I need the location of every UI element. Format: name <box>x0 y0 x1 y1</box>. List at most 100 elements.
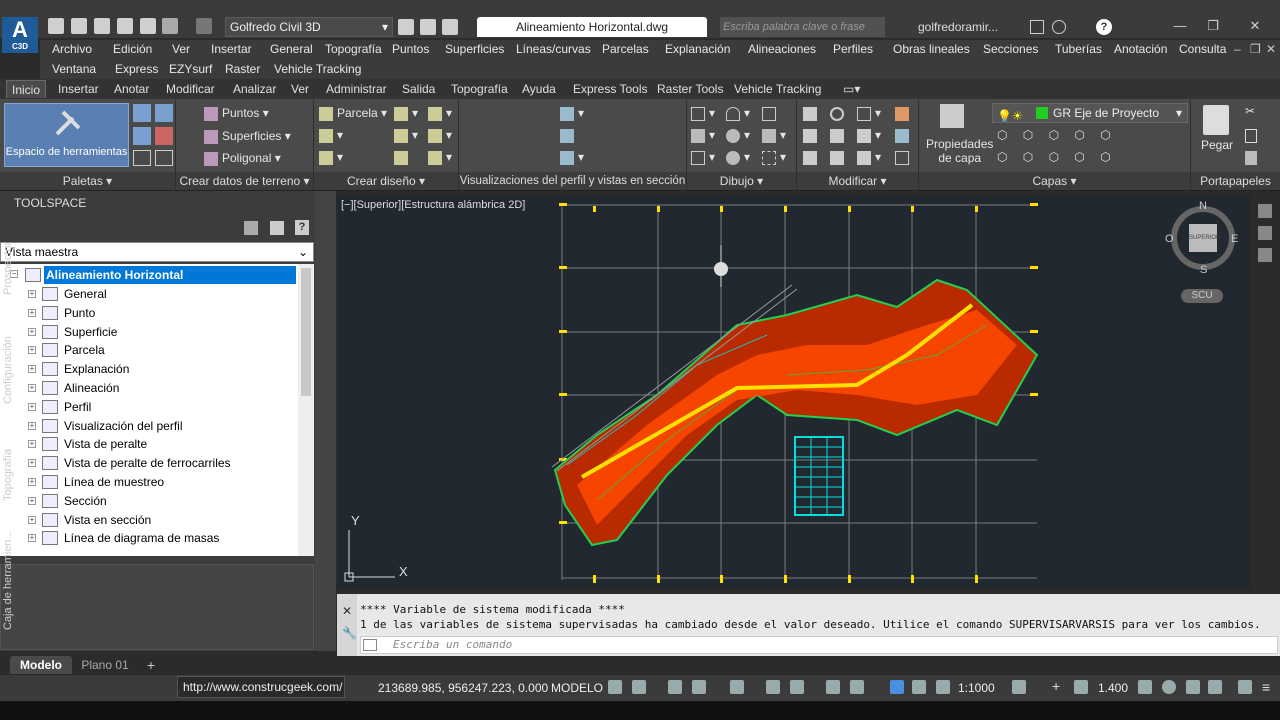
section-views-tool[interactable]: ▾ <box>560 150 584 165</box>
drawing-viewport[interactable]: Y X <box>337 195 1250 589</box>
annotation-scale[interactable]: 1:1000 <box>958 681 995 695</box>
layer-tools-row-1[interactable]: ⬡ ⬡ ⬡ ⬡ ⬡ <box>997 128 1117 142</box>
tab-ayuda[interactable]: Ayuda <box>522 80 556 98</box>
copy-tool[interactable] <box>803 128 821 143</box>
tree-item[interactable]: + Vista de peralte de ferrocarriles <box>0 454 296 472</box>
isolate-icon[interactable] <box>1138 680 1152 694</box>
tree-item[interactable]: + Sección <box>0 492 296 510</box>
hardware-acceleration-icon[interactable] <box>1162 680 1176 694</box>
ucs-menu[interactable]: SCU <box>1181 289 1223 303</box>
tree-item[interactable]: + Vista en sección <box>0 511 296 529</box>
open-file-icon[interactable] <box>71 18 87 34</box>
menu-ventana[interactable]: Ventana <box>52 62 96 76</box>
line-tool[interactable]: ▾ <box>691 106 715 121</box>
item-view-icon[interactable] <box>244 221 258 235</box>
panel-crear-datos[interactable]: Crear datos de terreno ▾ <box>176 172 313 190</box>
command-prompt-icon[interactable] <box>363 639 377 651</box>
annotation-scale-icon[interactable] <box>936 680 950 694</box>
expand-toggle[interactable]: + <box>28 346 36 355</box>
rectangle-tool[interactable]: ▾ <box>762 128 786 143</box>
menu-vehicle-tracking[interactable]: Vehicle Tracking <box>274 62 361 76</box>
search-input[interactable]: Escriba palabra clave o frase <box>720 17 885 37</box>
panel-paletas[interactable]: Paletas ▾ <box>0 172 175 190</box>
tab-topografia-toolspace[interactable]: Topografía <box>2 440 20 510</box>
menu-perfiles[interactable]: Perfiles <box>833 42 873 56</box>
tab-raster-tools[interactable]: Raster Tools <box>657 80 723 98</box>
menu-secciones[interactable]: Secciones <box>983 42 1038 56</box>
osnap-tracking-icon[interactable] <box>766 680 780 694</box>
tree-item[interactable]: + Visualización del perfil <box>0 417 296 435</box>
menu-general[interactable]: General <box>270 42 313 56</box>
tab-administrar[interactable]: Administrar <box>326 80 387 98</box>
properties-icon[interactable] <box>133 150 151 166</box>
sample-lines-tool[interactable] <box>560 128 578 143</box>
tab-anotar[interactable]: Anotar <box>114 80 149 98</box>
redo-icon[interactable] <box>196 18 212 34</box>
move-tool[interactable] <box>803 106 821 121</box>
menu-archivo[interactable]: Archivo <box>52 42 92 56</box>
tab-prospector[interactable]: Prospector <box>2 232 20 304</box>
toggle-view-icon[interactable] <box>270 221 284 235</box>
lineweight-icon[interactable] <box>826 680 840 694</box>
tab-modificar[interactable]: Modificar <box>166 80 215 98</box>
tab-insertar[interactable]: Insertar <box>58 80 99 98</box>
explode-tool[interactable] <box>895 128 913 143</box>
snap-icon[interactable] <box>632 680 646 694</box>
restore-icon[interactable]: ❐ <box>1198 16 1228 36</box>
tab-salida[interactable]: Salida <box>402 80 435 98</box>
ribbon-options-icon[interactable]: ▭▾ <box>843 80 860 98</box>
customize-command-icon[interactable]: 🔧 <box>342 626 357 640</box>
pipe-network-tool[interactable]: ▾ <box>428 150 452 165</box>
panel-dibujo[interactable]: Dibujo ▾ <box>687 172 796 190</box>
view-select[interactable]: Vista maestra ⌄ <box>0 242 314 262</box>
viewport-controls-label[interactable]: [−][Superior][Estructura alámbrica 2D] <box>341 199 525 211</box>
grid-icon[interactable] <box>608 680 622 694</box>
menu-raster[interactable]: Raster <box>225 62 260 76</box>
profile-tool[interactable]: ▾ <box>394 128 418 143</box>
model-space-toggle[interactable]: MODELO <box>551 681 603 695</box>
poligonal-button[interactable]: Poligonal ▾ <box>204 151 281 166</box>
customize-menu-icon[interactable]: ≡ <box>1262 679 1270 695</box>
menu-puntos[interactable]: Puntos <box>392 42 429 56</box>
intersection-tool[interactable]: ▾ <box>428 128 452 143</box>
tree-item[interactable]: + Punto <box>0 304 296 322</box>
feature-line-tool[interactable]: ▾ <box>394 106 418 121</box>
circle-tool[interactable]: ▾ <box>726 128 750 143</box>
lineweight-scale[interactable]: 1.400 <box>1098 681 1128 695</box>
prospector-icon[interactable] <box>133 104 151 122</box>
ellipse-tool[interactable]: ▾ <box>726 150 750 165</box>
tab-vehicle-tracking[interactable]: Vehicle Tracking <box>734 80 821 98</box>
menu-obras-lineales[interactable]: Obras lineales <box>893 42 970 56</box>
application-menu-button[interactable]: A C3D <box>2 17 38 53</box>
expand-toggle[interactable]: + <box>28 421 36 430</box>
paste-icon[interactable] <box>1203 105 1229 135</box>
fullscreen-icon[interactable] <box>1238 680 1252 694</box>
toolspace-button[interactable]: Espacio de herramientas <box>4 103 129 167</box>
erase-tool[interactable] <box>895 106 913 121</box>
superficies-button[interactable]: Superficies ▾ <box>204 129 291 144</box>
menu-express[interactable]: Express <box>115 62 158 76</box>
stretch-tool[interactable] <box>803 150 821 165</box>
paste-button[interactable]: Pegar <box>1201 138 1233 152</box>
cut-icon[interactable]: ✂ <box>1245 104 1255 118</box>
panel-crear-diseno[interactable]: Crear diseño ▾ <box>314 172 458 190</box>
tab-configuracion[interactable]: Configuración <box>2 330 20 410</box>
command-input[interactable]: Escriba un comando <box>360 636 1278 654</box>
layer-properties-button[interactable]: Propiedades de capa <box>926 137 993 165</box>
tab-inicio[interactable]: Inicio <box>6 80 47 98</box>
tab-caja-herramientas[interactable]: Caja de herramien... <box>2 528 20 632</box>
lineweight-scale-icon[interactable] <box>1074 680 1088 694</box>
menu-insertar[interactable]: Insertar <box>211 42 252 56</box>
layer-icon[interactable] <box>398 19 414 35</box>
doc-minimize-icon[interactable]: – <box>1234 42 1241 56</box>
viewcube-face[interactable]: SUPERIOR <box>1189 224 1220 252</box>
isodraft-icon[interactable] <box>730 680 744 694</box>
tab-plano-01[interactable]: Plano 01 <box>74 656 136 674</box>
menu-lineas-curvas[interactable]: Líneas/curvas <box>516 42 591 56</box>
arc-tool[interactable]: ▾ <box>726 106 750 121</box>
polyline-tool[interactable] <box>762 106 780 121</box>
menu-superficies[interactable]: Superficies <box>445 42 504 56</box>
spline-tool[interactable]: ▾ <box>691 150 715 165</box>
tree-item[interactable]: + Explanación <box>0 360 296 378</box>
survey-icon[interactable] <box>133 127 151 145</box>
